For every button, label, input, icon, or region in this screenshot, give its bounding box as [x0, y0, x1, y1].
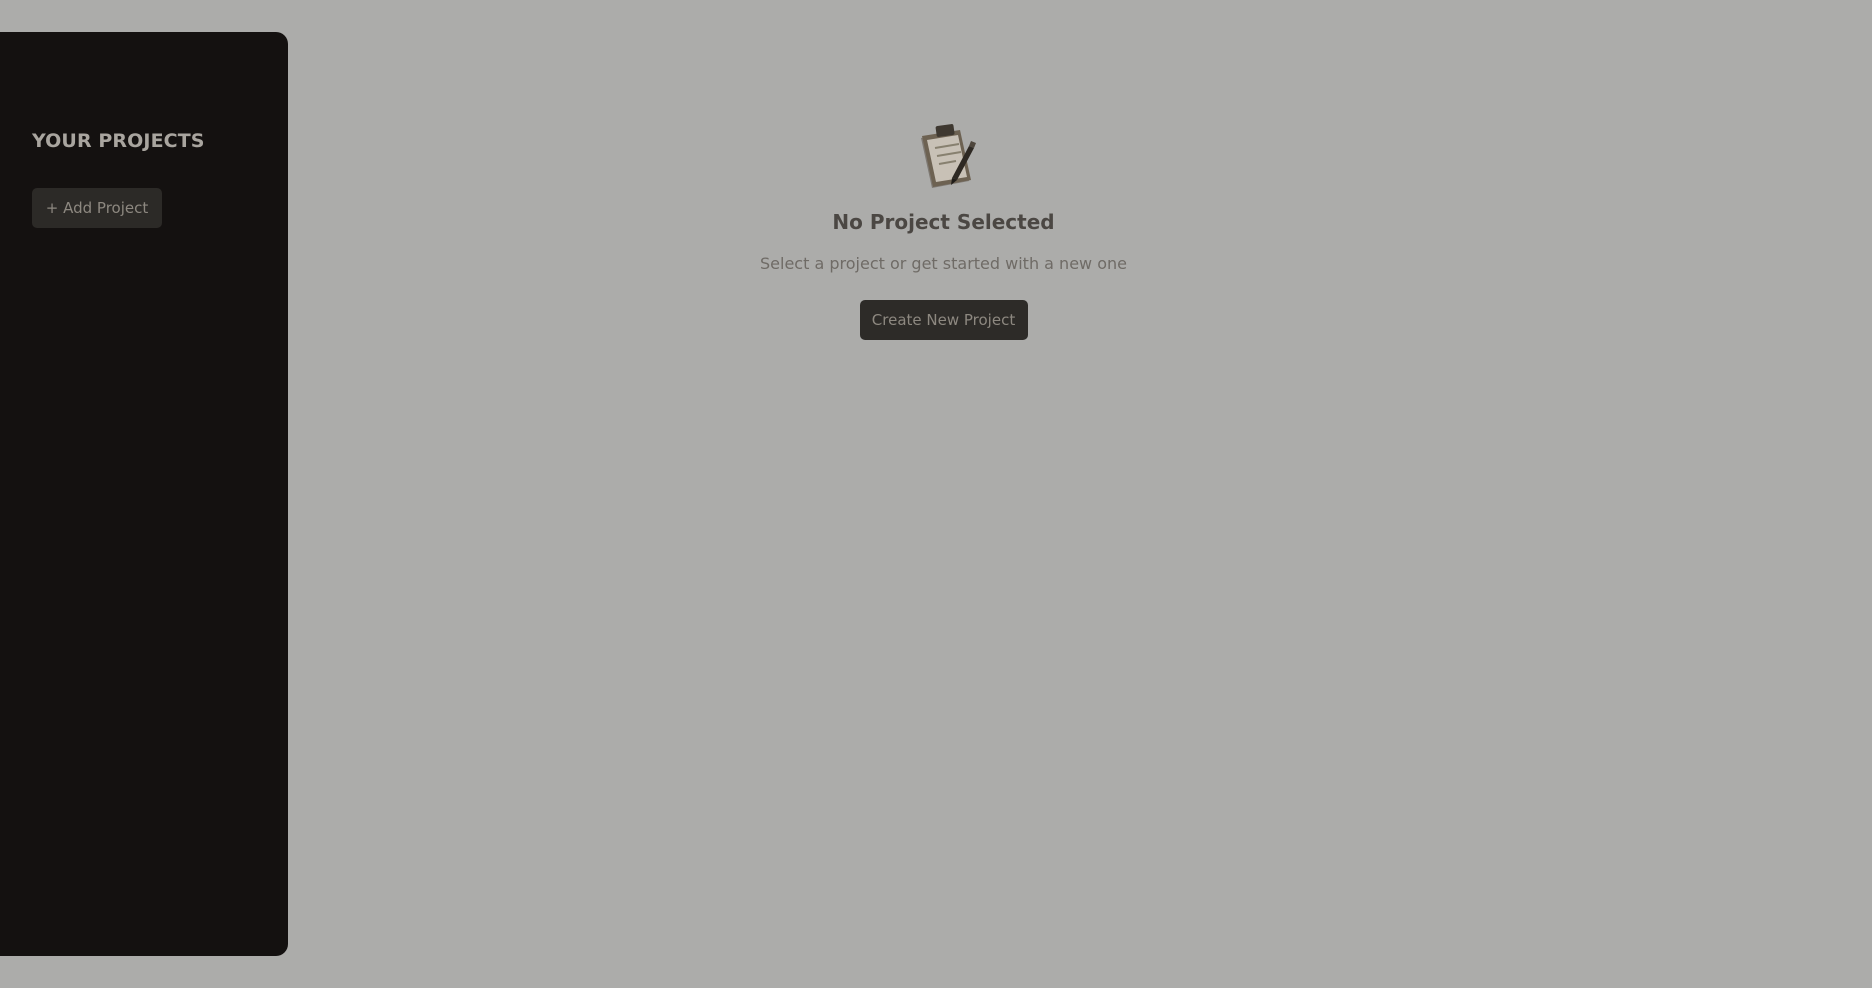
empty-state-subtitle: Select a project or get started with a n…: [760, 254, 1127, 273]
clipboard-icon: [920, 124, 976, 188]
projects-sidebar: YOUR PROJECTS + Add Project: [0, 32, 288, 956]
add-project-button[interactable]: + Add Project: [32, 188, 162, 228]
empty-state: No Project Selected Select a project or …: [288, 118, 1599, 340]
create-new-project-button[interactable]: Create New Project: [859, 300, 1028, 340]
sidebar-title: YOUR PROJECTS: [32, 130, 205, 152]
app-window: YOUR PROJECTS + Add Project No Project S…: [0, 0, 1872, 988]
empty-state-title: No Project Selected: [832, 210, 1055, 234]
main-content: No Project Selected Select a project or …: [288, 0, 1872, 988]
